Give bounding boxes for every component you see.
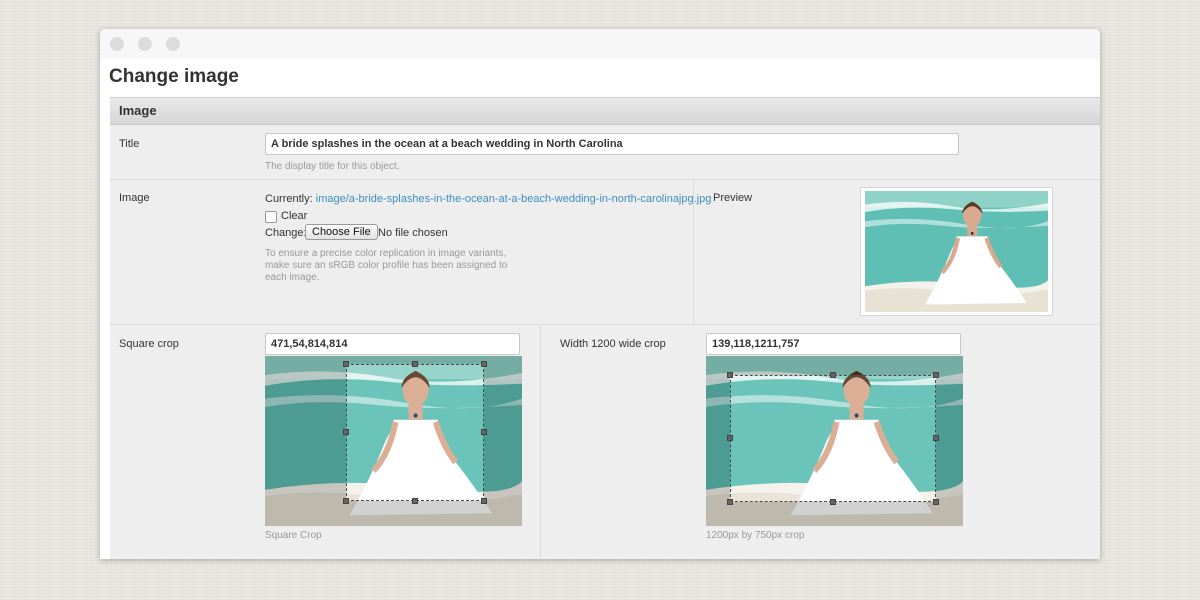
- window-minimize-dot[interactable]: [138, 37, 152, 51]
- row-divider: [110, 324, 1100, 325]
- crop-handle[interactable]: [933, 435, 939, 441]
- crop-handle[interactable]: [933, 372, 939, 378]
- crop-handle[interactable]: [481, 361, 487, 367]
- no-file-text: No file chosen: [378, 227, 448, 239]
- wide-crop-selection[interactable]: [730, 375, 936, 502]
- wide-crop-label: Width 1200 wide crop: [560, 338, 666, 350]
- crop-handle[interactable]: [727, 372, 733, 378]
- preview-image: [865, 191, 1048, 312]
- clear-label: Clear: [281, 210, 308, 222]
- crop-handle[interactable]: [343, 361, 349, 367]
- crop-handle[interactable]: [412, 361, 418, 367]
- image-help-line: make sure an sRGB color profile has been…: [265, 260, 508, 271]
- image-fieldset: Image Title A bride splashes in the ocea…: [110, 97, 1100, 559]
- column-divider: [540, 325, 541, 559]
- square-crop-help: Square Crop: [265, 530, 322, 541]
- crop-handle[interactable]: [481, 429, 487, 435]
- crop-handle[interactable]: [343, 429, 349, 435]
- fieldset-legend: Image: [119, 103, 157, 118]
- crop-handle[interactable]: [727, 435, 733, 441]
- crop-handle[interactable]: [727, 499, 733, 505]
- title-label: Title: [119, 138, 140, 150]
- image-help-line: To ensure a precise color replication in…: [265, 248, 507, 259]
- image-help: To ensure a precise color replication in…: [265, 248, 507, 284]
- square-crop-image[interactable]: [265, 356, 522, 526]
- crop-handle[interactable]: [830, 499, 836, 505]
- image-label: Image: [119, 192, 150, 204]
- wide-crop-input[interactable]: 139,118,1211,757: [706, 333, 961, 355]
- crop-shade: [346, 501, 484, 526]
- crop-shade: [265, 356, 346, 526]
- preview-label: Preview: [713, 192, 753, 204]
- choose-file-button[interactable]: Choose File: [305, 224, 378, 240]
- square-crop-selection[interactable]: [346, 364, 484, 501]
- crop-handle[interactable]: [830, 372, 836, 378]
- crop-shade: [484, 356, 522, 526]
- window-titlebar: [100, 29, 1100, 59]
- currently-label: Currently:: [265, 193, 313, 205]
- crop-shade: [936, 356, 963, 526]
- title-help: The display title for this object.: [265, 161, 400, 172]
- crop-shade: [730, 502, 936, 526]
- change-label: Change:: [265, 227, 307, 239]
- image-help-line: each image.: [265, 272, 320, 283]
- title-input[interactable]: A bride splashes in the ocean at a beach…: [265, 133, 959, 155]
- browser-window: Change image Image Title A bride splashe…: [100, 29, 1100, 559]
- crop-handle[interactable]: [412, 498, 418, 504]
- column-divider: [693, 180, 694, 324]
- clear-checkbox[interactable]: [265, 211, 277, 223]
- fieldset-header: Image: [110, 98, 1100, 125]
- window-zoom-dot[interactable]: [166, 37, 180, 51]
- crop-handle[interactable]: [481, 498, 487, 504]
- window-close-dot[interactable]: [110, 37, 124, 51]
- row-divider: [110, 179, 1100, 180]
- crop-handle[interactable]: [343, 498, 349, 504]
- wide-crop-image[interactable]: [706, 356, 963, 526]
- wide-crop-help: 1200px by 750px crop: [706, 530, 805, 541]
- crop-handle[interactable]: [933, 499, 939, 505]
- page-title: Change image: [109, 66, 239, 87]
- square-crop-label: Square crop: [119, 338, 179, 350]
- currently-row: Currently: image/a-bride-splashes-in-the…: [265, 193, 711, 205]
- current-image-link[interactable]: image/a-bride-splashes-in-the-ocean-at-a…: [316, 193, 712, 205]
- square-crop-input[interactable]: 471,54,814,814: [265, 333, 520, 355]
